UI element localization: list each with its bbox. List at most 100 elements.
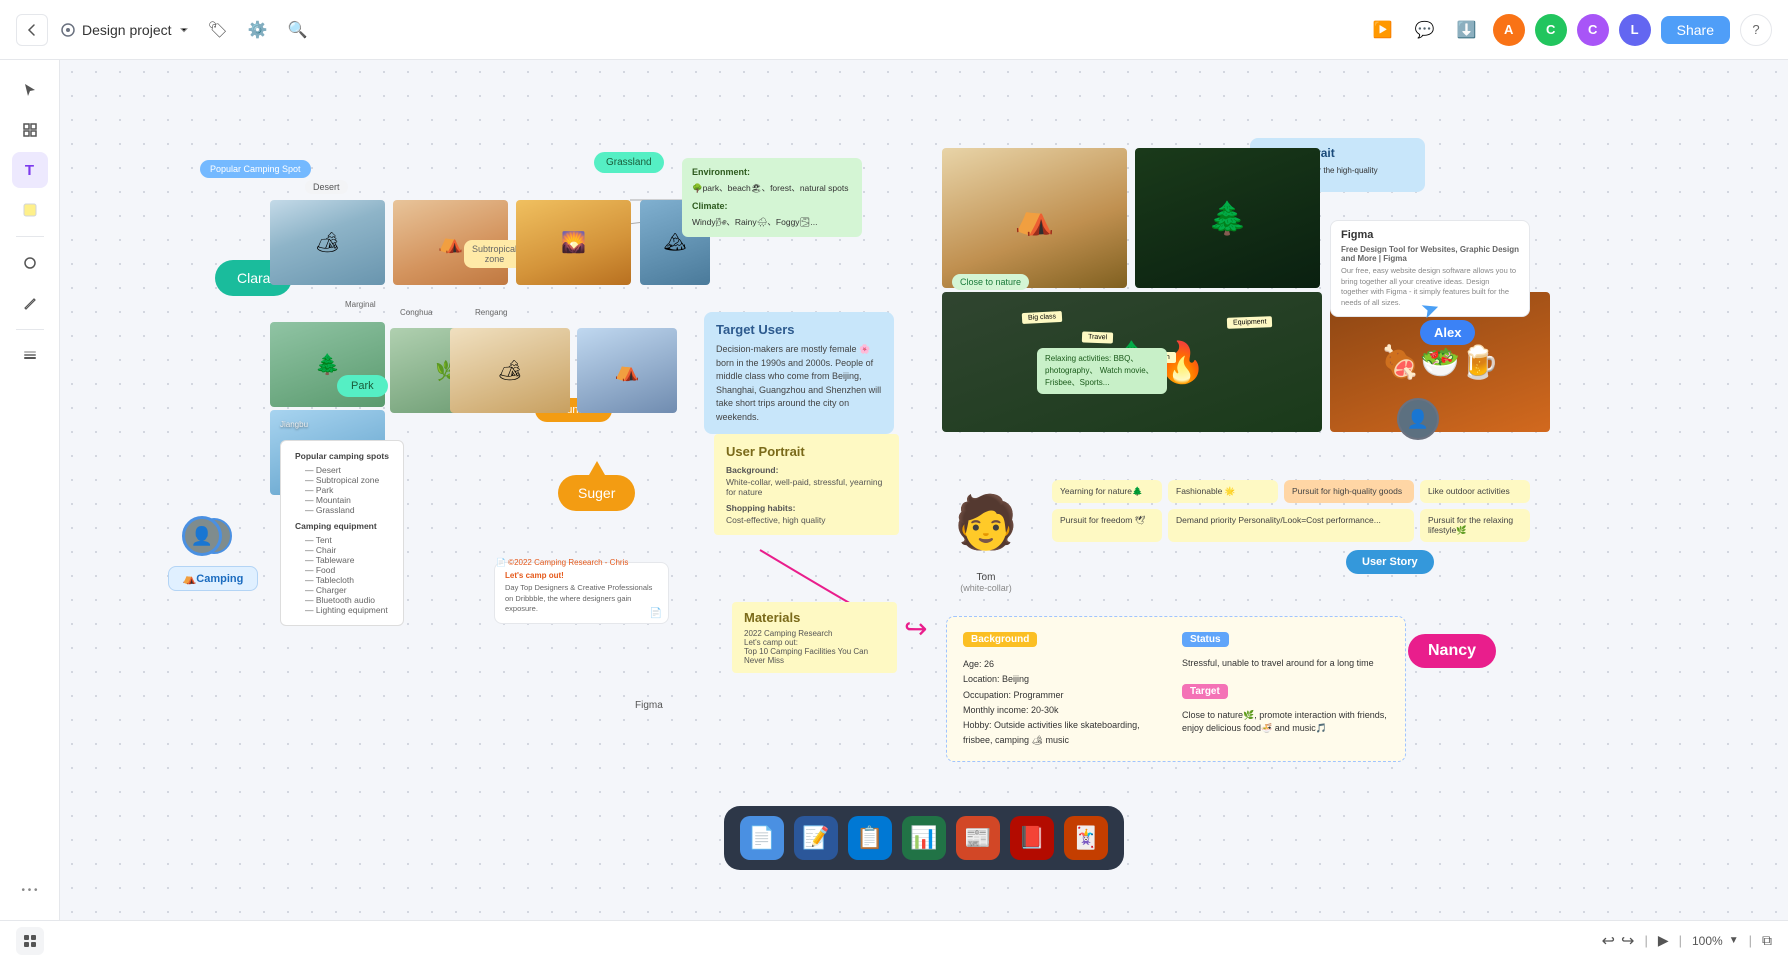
share-button[interactable]: Share [1661, 16, 1730, 44]
user-portrait-card: User Portrait Background: White-collar, … [714, 434, 899, 535]
left-sidebar: T • • • [0, 60, 60, 920]
avatar-c1[interactable]: C [1535, 14, 1567, 46]
tool-frame[interactable] [12, 112, 48, 148]
play-mode-button[interactable]: ▶ [1658, 932, 1669, 949]
person-icon: 🧑 [954, 492, 1019, 553]
zoom-divider: | [1644, 933, 1647, 948]
dock-ppt-icon[interactable]: 📰 [956, 816, 1000, 860]
materials-item1: 2022 Camping Research [744, 629, 885, 638]
forest-img: 🌲 [1135, 148, 1320, 288]
canvas-user-avatar: 👤 [182, 516, 222, 556]
comment-icon[interactable]: 💬 [1409, 14, 1441, 46]
camping-node[interactable]: ⛺Camping [168, 566, 258, 591]
dock-slides-icon[interactable]: 🃏 [1064, 816, 1108, 860]
background-label: Background: [726, 465, 887, 475]
canvas[interactable]: Popular Camping Spot Desert Clara 🏕 ⛺ Gr… [60, 60, 1788, 920]
dock-excel-icon[interactable]: 📊 [902, 816, 946, 860]
background-text: White-collar, well-paid, stressful, year… [726, 477, 887, 497]
camping-img-9: ⛺ [577, 328, 677, 413]
avatar-a[interactable]: A [1493, 14, 1525, 46]
nancy-occupation: Occupation: Programmer [963, 688, 1170, 703]
nancy-info: Age: 26 Location: Beijing Occupation: Pr… [963, 657, 1170, 749]
dock-doc-icon[interactable]: 📝 [794, 816, 838, 860]
tool-pen[interactable] [12, 285, 48, 321]
user-profile-pic: 👤 [1397, 398, 1439, 440]
bottom-dock: 📄 📝 📋 📊 📰 📕 🃏 [724, 806, 1124, 870]
play-icon[interactable]: ▶️ [1367, 14, 1399, 46]
target-users-title: Target Users [716, 322, 882, 337]
tag-icon[interactable]: 🏷 [202, 14, 234, 46]
zoom-divider-2: | [1679, 933, 1682, 948]
figma-card-title: Figma [1341, 229, 1519, 241]
nancy-status-text: Stressful, unable to travel around for a… [1182, 657, 1389, 671]
nancy-age: Age: 26 [963, 657, 1170, 672]
rengang-label: Rengang [475, 308, 507, 317]
shopping-text: Cost-effective, high quality [726, 515, 887, 525]
tool-shapes[interactable] [12, 245, 48, 281]
tag-travel: Travel [1082, 331, 1114, 343]
tom-name: Tom [977, 572, 996, 583]
bottom-tools [16, 927, 44, 955]
download-icon[interactable]: ⬇️ [1451, 14, 1483, 46]
header-right: ▶️ 💬 ⬇️ A C C L Share ? [1367, 14, 1772, 46]
tag-equipment: Equipment [1226, 316, 1272, 329]
help-button[interactable]: ? [1740, 14, 1772, 46]
tool-sticky[interactable] [12, 192, 48, 228]
alex-area: ➤ Alex [1420, 290, 1475, 345]
status-tag: Status [1182, 632, 1229, 647]
climate-title: Climate: [692, 200, 852, 213]
marginal-label: Marginal [345, 300, 376, 309]
grid-view-button[interactable] [16, 927, 44, 955]
nancy-label: Nancy [1428, 642, 1476, 659]
suger-node[interactable]: Suger [558, 475, 635, 511]
tool-cursor[interactable] [12, 72, 48, 108]
relaxing-activities-text: Relaxing activities: BBQ、photography、 Wa… [1045, 354, 1154, 387]
environment-items: 🌳park、beach🏖、forest、natural spots [692, 183, 852, 195]
nancy-right: Status Stressful, unable to travel aroun… [1182, 629, 1389, 749]
project-title[interactable]: Design project [60, 22, 190, 38]
park-node[interactable]: Park [337, 375, 388, 397]
attr-freedom: Pursuit for freedom 🕊 [1052, 509, 1162, 542]
user-story-label: User Story [1362, 556, 1418, 568]
user-story-button[interactable]: User Story [1346, 550, 1434, 574]
background-tag: Background [963, 632, 1037, 647]
mind-tree-box: Popular camping spots — Desert — Subtrop… [280, 440, 404, 626]
fit-view-button[interactable]: ⧉ [1762, 932, 1772, 949]
materials-item2: Let's camp out: [744, 638, 885, 647]
grassland-node[interactable]: Grassland [594, 152, 664, 173]
jiangbu-label: Jiangbu [280, 420, 308, 429]
environment-title: Environment: [692, 166, 852, 179]
camping-img-3: 🌄 [516, 200, 631, 285]
tool-text[interactable]: T [12, 152, 48, 188]
dock-forms-icon[interactable]: 📋 [848, 816, 892, 860]
tom-attributes: Yearning for nature🌲 Fashionable 🌟 Pursu… [1052, 480, 1530, 542]
back-button[interactable] [16, 14, 48, 46]
figma-label-bottom: Figma [635, 700, 663, 711]
undo-button[interactable]: ↩ [1602, 931, 1615, 951]
attr-nature: Yearning for nature🌲 [1052, 480, 1162, 503]
grassland-label: Grassland [606, 157, 652, 168]
target-tag: Target [1182, 684, 1228, 699]
avatar-c2[interactable]: C [1577, 14, 1609, 46]
tool-more[interactable]: • • • [12, 872, 48, 908]
tom-sublabel: (white-collar) [960, 583, 1012, 593]
project-title-text: Design project [82, 22, 172, 38]
settings-icon[interactable]: ⚙️ [242, 14, 274, 46]
redo-button[interactable]: ↪ [1621, 931, 1634, 951]
search-icon[interactable]: 🔍 [282, 14, 314, 46]
suger-arrow [589, 461, 605, 475]
avatar-l[interactable]: L [1619, 14, 1651, 46]
close-to-nature-tag: Close to nature [952, 274, 1029, 290]
dock-word-icon[interactable]: 📄 [740, 816, 784, 860]
equipment-label: Camping equipment [295, 521, 389, 531]
dock-pdf-icon[interactable]: 📕 [1010, 816, 1054, 860]
nancy-left: Background Age: 26 Location: Beijing Occ… [963, 629, 1170, 749]
relaxing-activities-card: Relaxing activities: BBQ、photography、 Wa… [1037, 348, 1167, 394]
nancy-pill[interactable]: Nancy [1408, 634, 1496, 668]
attr-high-quality: Pursuit for high-quality goods [1284, 480, 1414, 503]
environment-card: Environment: 🌳park、beach🏖、forest、natural… [682, 158, 862, 237]
tool-layers[interactable] [12, 338, 48, 374]
zoom-dropdown-button[interactable]: ▼ [1729, 935, 1739, 946]
popular-camping-spot-tag: Popular Camping Spot [200, 160, 311, 178]
zoom-divider-3: | [1749, 933, 1752, 948]
